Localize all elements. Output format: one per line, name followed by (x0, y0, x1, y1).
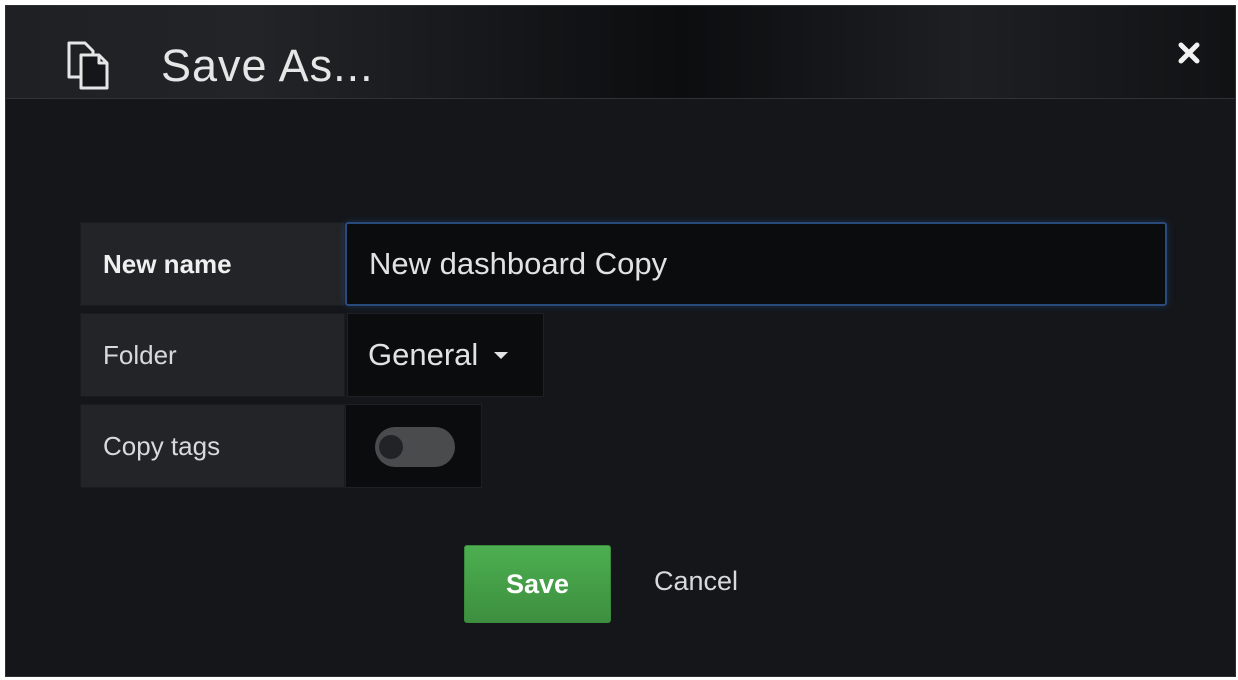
save-button[interactable]: Save (464, 545, 611, 623)
new-name-label: New name (80, 222, 345, 306)
save-as-modal: Save As... New name Folder General Copy … (5, 5, 1236, 677)
copy-tags-toggle-cell (345, 404, 482, 488)
modal-title: Save As... (161, 40, 374, 91)
folder-selected-value: General (368, 337, 479, 372)
close-icon[interactable] (1176, 40, 1202, 66)
copy-icon (61, 39, 115, 91)
toggle-knob (379, 435, 403, 459)
copy-tags-toggle[interactable] (375, 427, 455, 467)
copy-tags-label: Copy tags (80, 404, 345, 488)
chevron-down-icon (494, 351, 509, 359)
folder-select[interactable]: General (347, 313, 544, 397)
cancel-button[interactable]: Cancel (654, 566, 738, 597)
new-name-input[interactable] (345, 222, 1167, 306)
modal-header: Save As... (6, 6, 1235, 99)
folder-label: Folder (80, 313, 345, 397)
